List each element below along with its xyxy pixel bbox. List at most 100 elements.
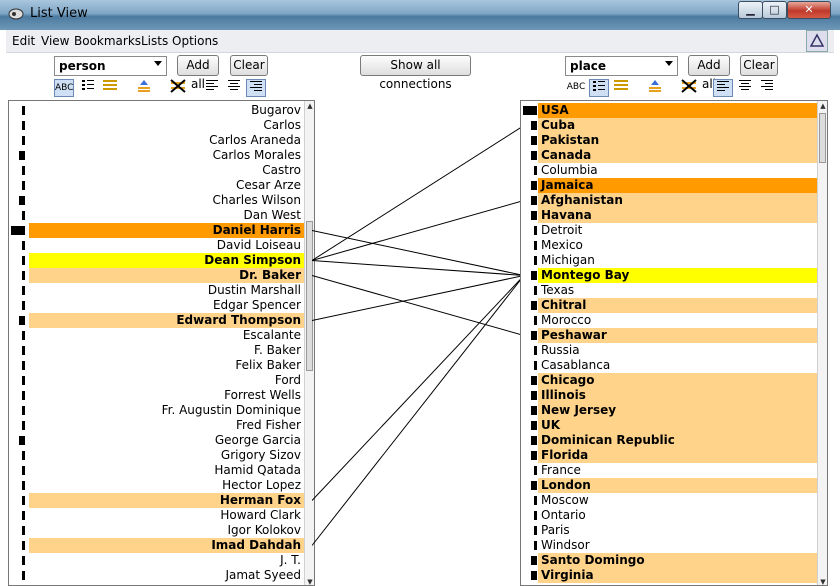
person-row[interactable]: Herman Fox <box>9 493 304 508</box>
place-row[interactable]: Windsor <box>521 538 817 553</box>
align-center-icon[interactable] <box>224 79 244 97</box>
align-left-icon[interactable] <box>713 79 733 97</box>
person-row[interactable]: Forrest Wells <box>9 388 304 403</box>
right-clear-button[interactable]: Clear <box>740 55 778 76</box>
right-scroll-thumb[interactable] <box>819 113 826 163</box>
person-row[interactable]: Ford <box>9 373 304 388</box>
place-row[interactable]: Cuba <box>521 118 817 133</box>
person-row[interactable]: Castro <box>9 163 304 178</box>
person-row[interactable]: F. Baker <box>9 343 304 358</box>
person-row[interactable]: Dr. Baker <box>9 268 304 283</box>
menu-view[interactable]: View <box>41 34 69 48</box>
left-type-select[interactable]: person <box>54 56 167 76</box>
person-row[interactable]: Hamid Qatada <box>9 463 304 478</box>
place-row[interactable]: Pakistan <box>521 133 817 148</box>
place-row[interactable]: Montego Bay <box>521 268 817 283</box>
place-row[interactable]: Texas <box>521 283 817 298</box>
person-row[interactable]: Jamat Syeed <box>9 568 304 583</box>
place-row[interactable]: New Jersey <box>521 403 817 418</box>
place-row[interactable]: Florida <box>521 448 817 463</box>
align-left-icon[interactable] <box>202 79 222 97</box>
place-list[interactable]: USA Cuba Pakistan Canada Columbia Jamaica Afgh… <box>520 100 828 586</box>
place-row[interactable]: Havana <box>521 208 817 223</box>
help-icon[interactable] <box>806 30 828 52</box>
sort-strength-icon[interactable] <box>611 79 631 97</box>
person-list[interactable]: Bugarov Carlos Carlos Araneda Carlos Morale… <box>8 100 315 586</box>
place-row[interactable]: Moscow <box>521 493 817 508</box>
person-row[interactable]: Daniel Harris <box>9 223 304 238</box>
sort-alpha-icon[interactable]: ABC <box>566 79 586 97</box>
person-row[interactable]: Carlos Morales <box>9 148 304 163</box>
person-row[interactable]: George Garcia <box>9 433 304 448</box>
place-row[interactable]: Casablanca <box>521 358 817 373</box>
person-row[interactable]: Cesar Arze <box>9 178 304 193</box>
right-add-all-button[interactable]: Add all <box>688 55 730 91</box>
place-row[interactable]: Dominican Republic <box>521 433 817 448</box>
left-add-all-button[interactable]: Add all <box>177 55 219 91</box>
person-row[interactable]: J. T. <box>9 553 304 568</box>
place-row[interactable]: Mexico <box>521 238 817 253</box>
hide-unconnected-icon[interactable] <box>168 79 188 97</box>
move-up-icon[interactable] <box>645 79 665 97</box>
person-row[interactable]: Hector Lopez <box>9 478 304 493</box>
place-row[interactable]: Illinois <box>521 388 817 403</box>
person-row[interactable]: Felix Baker <box>9 358 304 373</box>
place-row[interactable]: Afghanistan <box>521 193 817 208</box>
place-row[interactable]: Chicago <box>521 373 817 388</box>
place-row[interactable]: Detroit <box>521 223 817 238</box>
sort-list-icon[interactable] <box>78 79 98 97</box>
move-up-icon[interactable] <box>134 79 154 97</box>
place-row[interactable]: Peshawar <box>521 328 817 343</box>
person-row[interactable]: Carlos Araneda <box>9 133 304 148</box>
menu-bookmarks[interactable]: Bookmarks <box>74 34 141 48</box>
maximize-button[interactable]: □ <box>762 1 787 19</box>
person-row[interactable]: Edgar Spencer <box>9 298 304 313</box>
person-row[interactable]: Howard Clark <box>9 508 304 523</box>
align-right-icon[interactable] <box>246 79 266 97</box>
place-row[interactable]: Ontario <box>521 508 817 523</box>
place-row[interactable]: USA <box>521 103 817 118</box>
align-center-icon[interactable] <box>735 79 755 97</box>
person-row[interactable]: Carlos <box>9 118 304 133</box>
menu-edit[interactable]: Edit <box>12 34 35 48</box>
person-row[interactable]: Grigory Sizov <box>9 448 304 463</box>
show-all-connections-button[interactable]: Show all connections <box>360 55 471 91</box>
person-row[interactable]: Dustin Marshall <box>9 283 304 298</box>
sort-alpha-icon[interactable]: ABC <box>54 79 74 97</box>
person-row[interactable]: Fr. Augustin Dominique <box>9 403 304 418</box>
person-row[interactable]: Igor Kolokov <box>9 523 304 538</box>
person-row[interactable]: Dan West <box>9 208 304 223</box>
place-row[interactable]: London <box>521 478 817 493</box>
align-right-icon[interactable] <box>757 79 777 97</box>
menu-lists[interactable]: Lists <box>141 34 168 48</box>
place-row[interactable]: Russia <box>521 343 817 358</box>
person-row[interactable]: Imad Dahdah <box>9 538 304 553</box>
place-row[interactable]: France <box>521 463 817 478</box>
place-row[interactable]: Columbia <box>521 163 817 178</box>
title-bar[interactable]: List View ▁ □ ✕ <box>0 0 840 30</box>
left-clear-button[interactable]: Clear <box>230 55 268 76</box>
place-row[interactable]: UK <box>521 418 817 433</box>
place-row[interactable]: Michigan <box>521 253 817 268</box>
place-row[interactable]: Virginia <box>521 568 817 583</box>
scroll-up-icon[interactable]: ▲ <box>819 102 827 110</box>
close-button[interactable]: ✕ <box>787 1 831 19</box>
place-row[interactable]: Chitral <box>521 298 817 313</box>
place-row[interactable]: Canada <box>521 148 817 163</box>
person-row[interactable]: Escalante <box>9 328 304 343</box>
person-row[interactable]: Fred Fisher <box>9 418 304 433</box>
place-row[interactable]: Jamaica <box>521 178 817 193</box>
sort-list-icon[interactable] <box>589 79 609 97</box>
right-type-select[interactable]: place <box>565 56 678 76</box>
sort-strength-icon[interactable] <box>100 79 120 97</box>
person-row[interactable]: Edward Thompson <box>9 313 304 328</box>
place-row[interactable]: Morocco <box>521 313 817 328</box>
hide-unconnected-icon[interactable] <box>679 79 699 97</box>
person-row[interactable]: David Loiseau <box>9 238 304 253</box>
person-row[interactable]: Charles Wilson <box>9 193 304 208</box>
place-row[interactable]: Paris <box>521 523 817 538</box>
menu-options[interactable]: Options <box>172 34 218 48</box>
scroll-down-icon[interactable]: ▼ <box>819 578 827 585</box>
person-row[interactable]: Bugarov <box>9 103 304 118</box>
place-row[interactable]: Santo Domingo <box>521 553 817 568</box>
